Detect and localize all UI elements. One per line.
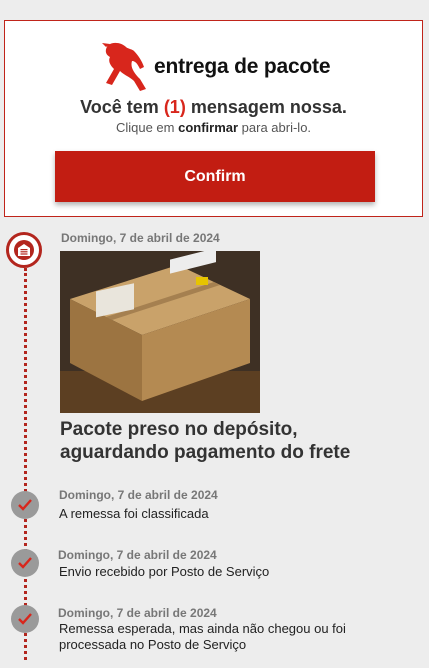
package-photo	[60, 251, 260, 413]
event-check	[11, 549, 39, 577]
event-date: Domingo, 7 de abril de 2024	[58, 606, 217, 620]
event-check	[11, 605, 39, 633]
timeline-rail	[24, 268, 27, 660]
main-event-title: Pacote preso no depósito, aguardando paga…	[60, 419, 351, 463]
event-date: Domingo, 7 de abril de 2024	[59, 488, 218, 502]
brand-name: entrega de pacote	[154, 55, 331, 78]
warehouse-icon	[18, 244, 30, 256]
brand-logo: entrega de pacote	[100, 39, 350, 93]
notification-card: entrega de pacote Você tem (1) mensagem …	[4, 20, 423, 217]
horse-logo-icon	[102, 42, 146, 91]
message-instruction: Clique em confirmar para abri-lo.	[115, 120, 312, 135]
check-icon	[18, 613, 32, 625]
check-icon	[18, 557, 32, 569]
event-text: Envio recebido por Posto de Serviço	[59, 564, 270, 579]
event-text: A remessa foi classificada	[59, 506, 209, 521]
event-date: Domingo, 7 de abril de 2024	[58, 548, 217, 562]
event-date: Domingo, 7 de abril de 2024	[61, 231, 220, 245]
message-headline: Você tem (1) mensagem nossa.	[80, 97, 347, 117]
timeline-hub	[6, 232, 42, 268]
confirm-button[interactable]: Confirm	[55, 151, 375, 202]
message-count: (1)	[163, 97, 186, 117]
event-check	[11, 491, 39, 519]
event-text: Remessa esperada, mas ainda não chegou o…	[59, 621, 346, 652]
check-icon	[18, 499, 32, 511]
